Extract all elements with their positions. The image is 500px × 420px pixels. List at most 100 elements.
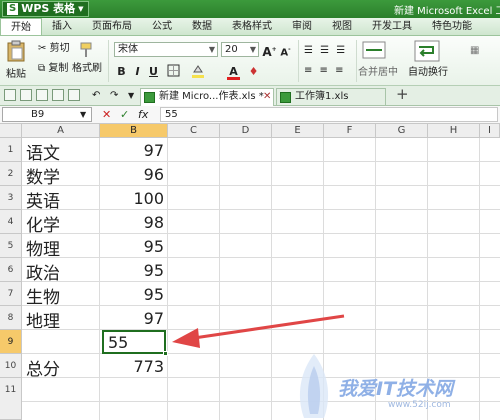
increase-font-icon[interactable]: A+: [262, 42, 277, 59]
menu-insert[interactable]: 插入: [42, 18, 82, 35]
column-header-a[interactable]: A: [22, 124, 100, 138]
paste-button[interactable]: [6, 40, 26, 62]
spreadsheet-file-icon: [144, 92, 155, 103]
new-tab-button[interactable]: +: [396, 87, 409, 102]
preview-icon[interactable]: [68, 89, 80, 101]
selected-cell-b9[interactable]: 55: [102, 330, 168, 356]
cancel-icon[interactable]: ✕: [102, 107, 111, 122]
align-left-icons[interactable]: ≡ ≡ ≡: [304, 64, 346, 78]
open-icon[interactable]: [20, 89, 32, 101]
cut-button[interactable]: ✂ 剪切: [38, 42, 70, 56]
save-icon[interactable]: [36, 89, 48, 101]
name-box[interactable]: B9: [2, 107, 92, 122]
decrease-font-icon[interactable]: A-: [278, 42, 293, 58]
row-header-4[interactable]: 4: [0, 210, 22, 234]
clear-format-icon[interactable]: ♦: [246, 64, 261, 79]
cell-a3[interactable]: 英语: [26, 187, 60, 212]
font-name-select[interactable]: 宋体 ▼: [114, 42, 218, 57]
row-header-7[interactable]: 7: [0, 282, 22, 306]
app-logo-button[interactable]: S WPS 表格 ▼: [2, 1, 89, 17]
chevron-down-icon[interactable]: ▼: [128, 89, 134, 103]
menu-review[interactable]: 审阅: [282, 18, 322, 35]
fill-color-icon[interactable]: [190, 64, 205, 79]
cell-b3[interactable]: 100: [100, 189, 164, 208]
cell-b4[interactable]: 98: [100, 213, 164, 232]
menu-page-layout[interactable]: 页面布局: [82, 18, 142, 35]
select-all-corner[interactable]: [0, 124, 22, 138]
cell-b7[interactable]: 95: [100, 285, 164, 304]
bold-button[interactable]: B: [114, 64, 129, 79]
menu-data[interactable]: 数据: [182, 18, 222, 35]
cell-a7[interactable]: 生物: [26, 283, 60, 308]
cell-b1[interactable]: 97: [100, 141, 164, 160]
borders-icon[interactable]: [166, 64, 181, 79]
formula-input[interactable]: 55: [160, 107, 498, 122]
row-header-1[interactable]: 1: [0, 138, 22, 162]
align-top-icons[interactable]: ☰ ☰ ☰: [304, 44, 347, 58]
cell-b5[interactable]: 95: [100, 237, 164, 256]
format-painter-button[interactable]: [78, 42, 94, 58]
merge-center-button[interactable]: [362, 40, 386, 60]
column-header-d[interactable]: D: [220, 124, 272, 138]
cell-b10[interactable]: 773: [100, 357, 164, 376]
wrap-text-label[interactable]: 自动换行: [408, 66, 448, 80]
cell-a4[interactable]: 化学: [26, 211, 60, 236]
row-header-2[interactable]: 2: [0, 162, 22, 186]
row-header-5[interactable]: 5: [0, 234, 22, 258]
chevron-down-icon: ▼: [78, 5, 84, 13]
paste-label[interactable]: 粘贴: [6, 68, 26, 82]
cell-a5[interactable]: 物理: [26, 235, 60, 260]
row-header-8[interactable]: 8: [0, 306, 22, 330]
column-header-e[interactable]: E: [272, 124, 324, 138]
chevron-down-icon[interactable]: ▼: [80, 107, 86, 122]
menu-home[interactable]: 开始: [0, 18, 42, 35]
format-painter-label[interactable]: 格式刷: [72, 62, 102, 76]
font-color-icon[interactable]: A: [226, 64, 241, 80]
row-header-9[interactable]: 9: [0, 330, 22, 354]
cell-a1[interactable]: 语文: [26, 139, 60, 164]
menu-formulas[interactable]: 公式: [142, 18, 182, 35]
wrap-text-button[interactable]: [414, 40, 440, 62]
column-header-c[interactable]: C: [168, 124, 220, 138]
cell-a10[interactable]: 总分: [26, 355, 60, 380]
menu-special[interactable]: 特色功能: [422, 18, 482, 35]
rocket-watermark-icon: [299, 354, 329, 418]
underline-button[interactable]: U: [146, 64, 161, 79]
cell-a8[interactable]: 地理: [26, 307, 60, 332]
merge-center-label[interactable]: 合并居中: [358, 66, 398, 80]
cell-b2[interactable]: 96: [100, 165, 164, 184]
column-header-h[interactable]: H: [428, 124, 480, 138]
print-icon[interactable]: [52, 89, 64, 101]
row-header-3[interactable]: 3: [0, 186, 22, 210]
cell-a6[interactable]: 政治: [26, 259, 60, 284]
cell-b8[interactable]: 97: [100, 309, 164, 328]
column-header-g[interactable]: G: [376, 124, 428, 138]
new-doc-icon[interactable]: [4, 89, 16, 101]
row-header-10[interactable]: 10: [0, 354, 22, 378]
menu-developer[interactable]: 开发工具: [362, 18, 422, 35]
tab-label: 工作簿1.xls: [295, 91, 349, 102]
tab-document-2[interactable]: 工作簿1.xls: [276, 88, 386, 106]
gridline: [22, 233, 500, 234]
copy-button[interactable]: ⧉ 复制: [38, 62, 68, 76]
gridline: [22, 257, 500, 258]
row-header-6[interactable]: 6: [0, 258, 22, 282]
ribbon-more-icon[interactable]: ▦: [470, 44, 479, 58]
italic-button[interactable]: I: [130, 64, 145, 79]
menu-table-style[interactable]: 表格样式: [222, 18, 282, 35]
undo-icon[interactable]: ↶: [92, 89, 100, 103]
cell-a2[interactable]: 数学: [26, 163, 60, 188]
confirm-icon[interactable]: ✓: [120, 107, 129, 122]
formula-bar: B9 ▼ ✕ ✓ fx 55: [0, 106, 500, 124]
column-header-i[interactable]: I: [480, 124, 500, 138]
font-size-select[interactable]: 20 ▼: [221, 42, 259, 57]
menu-view[interactable]: 视图: [322, 18, 362, 35]
tab-document-1[interactable]: 新建 Micro...作表.xls * ✕: [140, 88, 274, 106]
column-header-f[interactable]: F: [324, 124, 376, 138]
close-icon[interactable]: ✕: [263, 89, 271, 105]
row-header-11[interactable]: 11: [0, 378, 22, 420]
cell-b6[interactable]: 95: [100, 261, 164, 280]
redo-icon[interactable]: ↷: [110, 89, 118, 103]
function-icon[interactable]: fx: [138, 107, 148, 122]
column-header-b[interactable]: B: [100, 124, 168, 138]
